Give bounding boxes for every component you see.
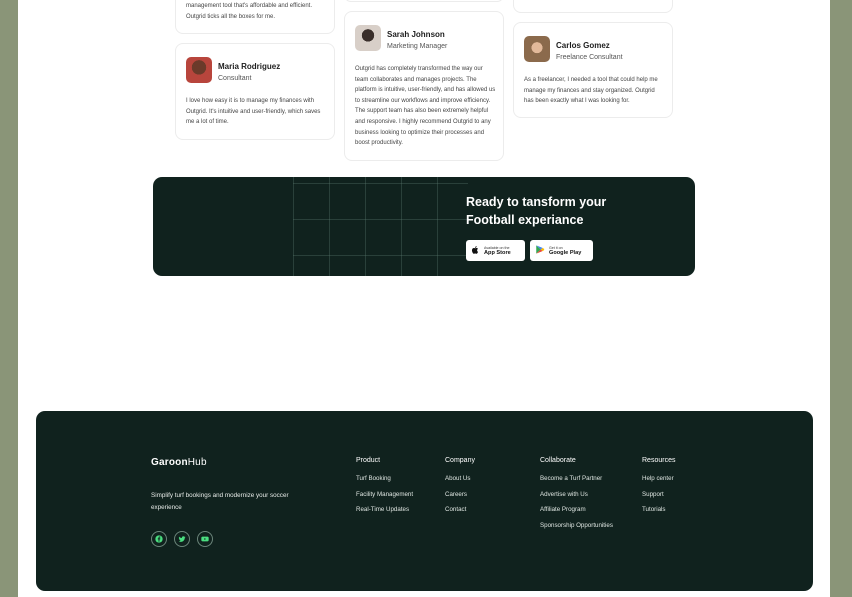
testimonial-name: Sarah Johnson bbox=[387, 30, 445, 39]
footer-link[interactable]: Become a Turf Partner bbox=[540, 475, 613, 482]
testimonial-quote: As a freelancer, I needed a tool that co… bbox=[524, 77, 658, 105]
footer-column-collaborate: Collaborate Become a Turf Partner Advert… bbox=[540, 457, 613, 538]
footer-column-product: Product Turf Booking Facility Management… bbox=[356, 457, 413, 522]
testimonial-name: Maria Rodriguez bbox=[218, 62, 281, 71]
avatar bbox=[524, 36, 550, 62]
google-play-icon bbox=[535, 242, 545, 260]
footer-link[interactable]: Turf Booking bbox=[356, 475, 413, 482]
testimonial-role: Marketing Manager bbox=[387, 43, 448, 50]
page: management tool that's affordable and ef… bbox=[18, 0, 830, 597]
cta-banner: Ready to tansform your Football experian… bbox=[153, 177, 695, 276]
testimonial-name: Carlos Gomez bbox=[556, 41, 610, 50]
testimonial-role: Consultant bbox=[218, 75, 252, 82]
footer-link[interactable]: Tutorials bbox=[642, 506, 675, 513]
footer-link[interactable]: Advertise with Us bbox=[540, 491, 613, 498]
footer-column-heading: Collaborate bbox=[540, 457, 576, 464]
testimonial-quote: I love how easy it is to manage my finan… bbox=[186, 98, 321, 126]
cta-headline: Ready to tansform your Football experian… bbox=[466, 195, 607, 227]
footer-link[interactable]: Real-Time Updates bbox=[356, 506, 413, 513]
testimonial-card-top-right bbox=[513, 0, 673, 13]
facebook-icon[interactable] bbox=[151, 531, 167, 547]
avatar bbox=[186, 57, 212, 83]
footer-column-resources: Resources Help center Support Tutorials bbox=[642, 457, 675, 522]
footer-link[interactable]: Facility Management bbox=[356, 491, 413, 498]
footer-column-heading: Product bbox=[356, 457, 381, 464]
testimonial-card-top-middle bbox=[344, 0, 504, 2]
twitter-icon[interactable] bbox=[174, 531, 190, 547]
footer: GaroonHub Simplify turf bookings and mod… bbox=[36, 411, 813, 591]
footer-link[interactable]: Help center bbox=[642, 475, 675, 482]
testimonial-role: Freelance Consultant bbox=[556, 54, 623, 61]
footer-link[interactable]: Affiliate Program bbox=[540, 506, 613, 513]
social-links bbox=[151, 531, 213, 547]
avatar bbox=[355, 25, 381, 51]
footer-link[interactable]: Careers bbox=[445, 491, 475, 498]
footer-column-company: Company About Us Careers Contact bbox=[445, 457, 475, 522]
testimonial-quote: Outgrid has completely transformed the w… bbox=[355, 66, 496, 147]
footer-link[interactable]: Contact bbox=[445, 506, 475, 513]
footer-logo[interactable]: GaroonHub bbox=[151, 457, 207, 468]
app-store-text: Available on the App Store bbox=[484, 245, 511, 256]
footer-link[interactable]: Sponsorship Opportunities bbox=[540, 522, 613, 529]
testimonial-quote-snippet: management tool that's affordable and ef… bbox=[186, 3, 313, 20]
footer-tagline: Simplify turf bookings and modernize you… bbox=[151, 492, 289, 511]
testimonial-card: Sarah Johnson Marketing Manager Outgrid … bbox=[344, 11, 504, 161]
apple-icon bbox=[471, 242, 480, 260]
google-play-button[interactable]: Get it on Google Play bbox=[530, 240, 593, 261]
footer-link[interactable]: Support bbox=[642, 491, 675, 498]
testimonial-card-top-left: management tool that's affordable and ef… bbox=[175, 0, 335, 34]
youtube-icon[interactable] bbox=[197, 531, 213, 547]
grid-decoration bbox=[293, 177, 468, 276]
google-play-text: Get it on Google Play bbox=[549, 245, 582, 256]
footer-column-heading: Resources bbox=[642, 457, 676, 464]
app-store-button[interactable]: Available on the App Store bbox=[466, 240, 525, 261]
testimonial-card: Carlos Gomez Freelance Consultant As a f… bbox=[513, 22, 673, 118]
footer-column-heading: Company bbox=[445, 457, 475, 464]
footer-link[interactable]: About Us bbox=[445, 475, 475, 482]
testimonial-card: Maria Rodriguez Consultant I love how ea… bbox=[175, 43, 335, 140]
